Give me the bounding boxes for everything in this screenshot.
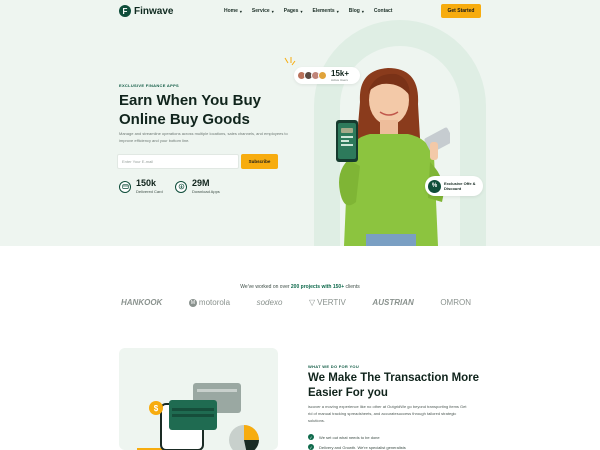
clients-title-prefix: We've worked on over	[240, 284, 291, 290]
stat-value: 29M	[192, 178, 210, 188]
nav-label: Home	[224, 8, 238, 14]
hero-woman-image	[336, 68, 450, 246]
nav-label: Contact	[373, 8, 393, 14]
subscribe-button[interactable]: Subscribe	[241, 154, 278, 169]
hero-headline: Earn When You Buy Online Buy Goods	[119, 91, 299, 129]
features-description: iscover a moving experience like no othe…	[308, 404, 467, 423]
stat-label: Delivered Card	[136, 189, 163, 194]
logo-text: HANKOOK	[121, 298, 163, 307]
features-headline: We Make The Transaction More Easier For …	[308, 372, 480, 399]
offer-line-2: Discount	[444, 186, 462, 191]
brand-name: Finwave	[134, 5, 174, 17]
headline-line-2: Online Buy Goods	[119, 111, 250, 128]
email-input[interactable]: Enter Your E-mail	[117, 154, 239, 169]
features-eyebrow: WHAT WE DO FOR YOU	[308, 364, 360, 369]
chevron-down-icon: ▾	[361, 8, 364, 14]
users-count: 15k+	[331, 68, 350, 78]
check-icon: ✓	[308, 434, 314, 440]
card-icon	[119, 180, 131, 193]
download-icon	[175, 180, 187, 193]
nav-item-contact[interactable]: Contact	[374, 8, 393, 14]
offer-badge: % Exclusive Offe & Discount	[425, 176, 483, 196]
stat-downloads: 29M Download Apps	[175, 179, 220, 194]
nav-label: Blog	[348, 8, 360, 14]
hero-eyebrow: EXCLUSIVE FINANCE APPS	[119, 83, 180, 88]
logo-text: sodexo	[256, 298, 283, 307]
chevron-down-icon: ▾	[271, 8, 274, 14]
hero-description: Manage and streamline operations across …	[119, 131, 288, 143]
client-logos: HANKOOK Mmotorola sodexo ▽ VERTIV AUSTRIA…	[121, 298, 471, 307]
payment-illustration: $	[137, 383, 259, 450]
navbar: F Finwave Home ▾ Service ▾ Pages ▾ Elements…	[0, 0, 600, 24]
logo-mark-icon: F	[119, 5, 131, 17]
avatar-stack	[297, 71, 327, 80]
checklist-item: ✓ Delivery and Growth. We're specialist …	[308, 444, 406, 450]
nav-item-home[interactable]: Home ▾	[224, 8, 242, 14]
hero-section	[0, 0, 600, 246]
headline-line-1: Earn When You Buy	[119, 92, 261, 109]
client-logo-omron: OMRON	[440, 298, 471, 307]
active-users-badge: 15k+ Active Users	[294, 67, 360, 84]
nav-item-service[interactable]: Service ▾	[252, 8, 274, 14]
motorola-mark-icon: M	[188, 298, 197, 307]
nav-item-elements[interactable]: Elements ▾	[312, 8, 338, 14]
chevron-down-icon: ▾	[239, 8, 242, 14]
checklist-text: Delivery and Growth. We're specialist ge…	[319, 444, 406, 450]
stat-label: Download Apps	[192, 189, 220, 194]
nav-label: Elements	[312, 8, 335, 14]
check-icon: ✓	[308, 444, 314, 450]
main-menu: Home ▾ Service ▾ Pages ▾ Elements ▾ Blog ▾ Co…	[224, 8, 392, 14]
logo-text: VERTIV	[317, 298, 346, 307]
clients-title-highlight: 200 projects with 150+	[290, 284, 345, 290]
logo-text: motorola	[198, 298, 231, 307]
clients-title: We've worked on over 200 projects with 1…	[0, 284, 600, 290]
chevron-down-icon: ▾	[300, 8, 303, 14]
client-logo-hankook: HANKOOK	[121, 298, 162, 307]
client-logo-motorola: Mmotorola	[188, 298, 231, 307]
users-label: Active Users	[331, 77, 348, 82]
sparkle-icon	[284, 57, 296, 66]
brand-logo[interactable]: F Finwave	[119, 5, 173, 17]
get-started-button[interactable]: Get Started	[441, 4, 481, 18]
nav-label: Pages	[283, 8, 299, 14]
nav-item-pages[interactable]: Pages ▾	[284, 8, 303, 14]
client-logo-sodexo: sodexo	[257, 298, 283, 307]
checklist-text: We set out what needs to be done	[319, 434, 380, 440]
client-logo-austrian: AUSTRIAN	[372, 298, 413, 307]
nav-item-blog[interactable]: Blog ▾	[349, 8, 364, 14]
logo-text: OMRON	[440, 298, 471, 307]
checklist-item: ✓ We set out what needs to be done	[308, 434, 380, 440]
stat-delivered: 150k Delivered Card	[119, 179, 163, 194]
svg-text:$: $	[154, 404, 159, 413]
chevron-down-icon: ▾	[336, 8, 339, 14]
client-logo-vertiv: ▽ VERTIV	[309, 298, 346, 307]
percent-icon: %	[428, 179, 441, 193]
avatar	[318, 71, 327, 80]
clients-title-suffix: clients	[344, 284, 360, 290]
nav-label: Service	[251, 8, 270, 14]
stat-value: 150k	[136, 178, 157, 188]
logo-text: AUSTRIAN	[372, 298, 414, 307]
vertiv-mark-icon: ▽	[308, 298, 316, 307]
feature-illustration-card: $	[119, 348, 278, 450]
